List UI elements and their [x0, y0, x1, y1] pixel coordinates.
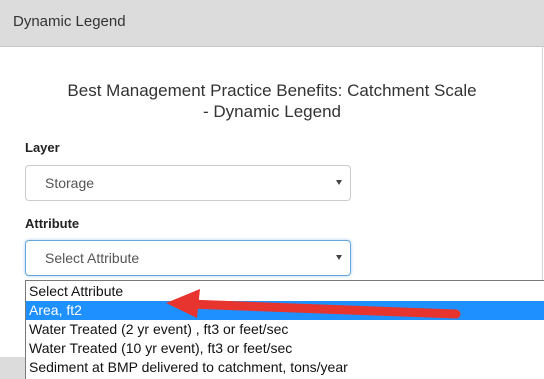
annotation-arrow [166, 289, 461, 319]
annotation-arrow-shaft [183, 299, 461, 319]
annotation-arrow-head [166, 289, 200, 318]
